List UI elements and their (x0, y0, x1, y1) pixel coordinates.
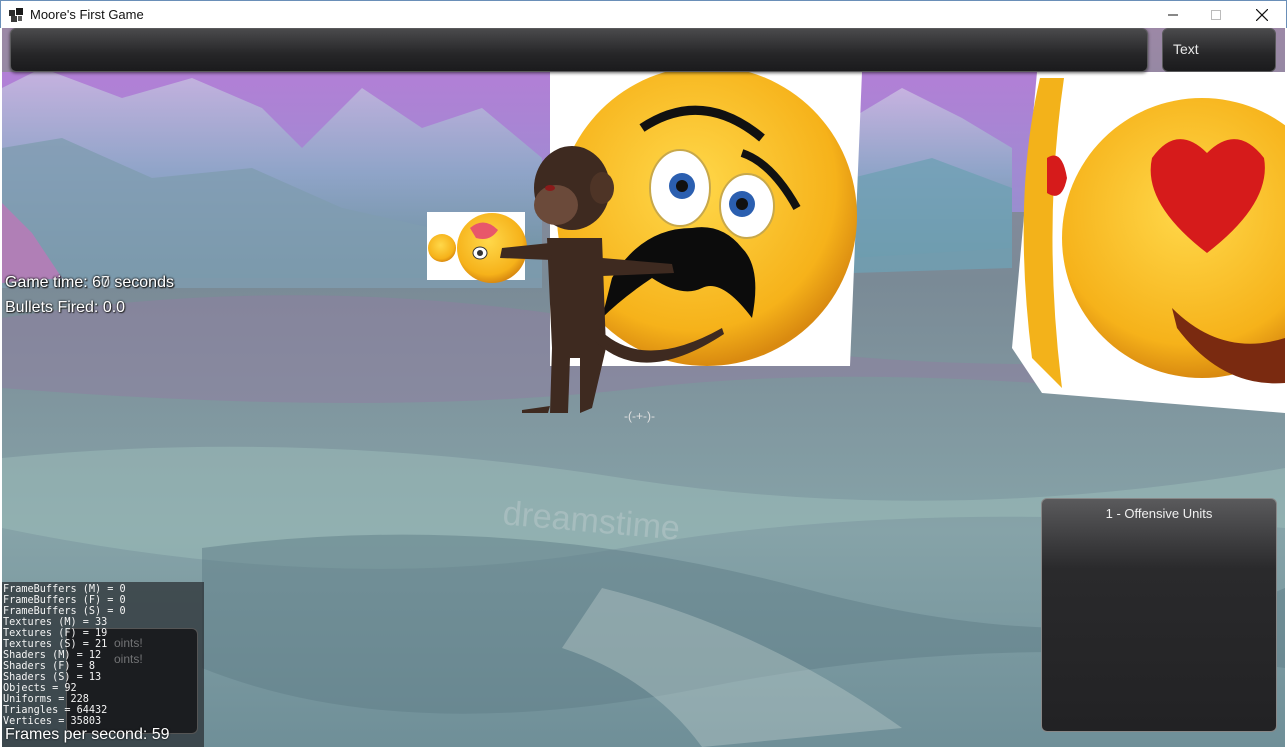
game-viewport[interactable]: dreamstime Text Game time: 67 seconds Ga… (2, 28, 1285, 747)
window-title: Moore's First Game (30, 7, 144, 22)
stat-line: Objects = 92 (3, 683, 77, 694)
stat-line: FrameBuffers (F) = 0 (3, 595, 126, 606)
close-icon (1256, 9, 1268, 21)
stat-line: Shaders (S) = 13 (3, 672, 102, 683)
stat-line: FrameBuffers (S) = 0 (3, 606, 126, 617)
stat-line: FrameBuffers (M) = 0 (3, 584, 126, 595)
minimize-button[interactable] (1150, 1, 1196, 29)
maximize-button[interactable] (1193, 1, 1239, 29)
window-title-bar: Moore's First Game (0, 0, 1287, 28)
points-ghost-text-2: oints! (114, 652, 143, 666)
stat-line: Textures (S) = 21 (3, 639, 108, 650)
heart-emoji-cube (1012, 72, 1285, 413)
offensive-units-title: 1 - Offensive Units (1105, 506, 1213, 521)
stat-line: Textures (F) = 19 (3, 628, 108, 639)
minimize-icon (1168, 14, 1178, 16)
top-text-bar[interactable] (10, 28, 1148, 72)
stat-line: Textures (M) = 33 (3, 617, 108, 628)
game-time-label-overlay: Game time: 60 seconds (5, 274, 174, 291)
fps-counter: Frames per second: 59 (5, 726, 170, 743)
offensive-units-panel[interactable]: 1 - Offensive Units (1041, 498, 1277, 732)
maximize-icon (1211, 10, 1221, 20)
app-icon (8, 7, 24, 23)
bullets-fired-label: Bullets Fired: 0.0 (5, 299, 126, 316)
close-button[interactable] (1239, 1, 1285, 29)
stat-line: Shaders (F) = 8 (3, 661, 96, 672)
crosshair: -(-+-)- (624, 409, 655, 423)
stat-line: Uniforms = 228 (3, 694, 89, 705)
text-button[interactable]: Text (1162, 28, 1276, 72)
points-ghost-text: oints! (114, 636, 143, 650)
stat-line: Shaders (M) = 12 (3, 650, 102, 661)
stat-line: Triangles = 64432 (3, 705, 108, 716)
